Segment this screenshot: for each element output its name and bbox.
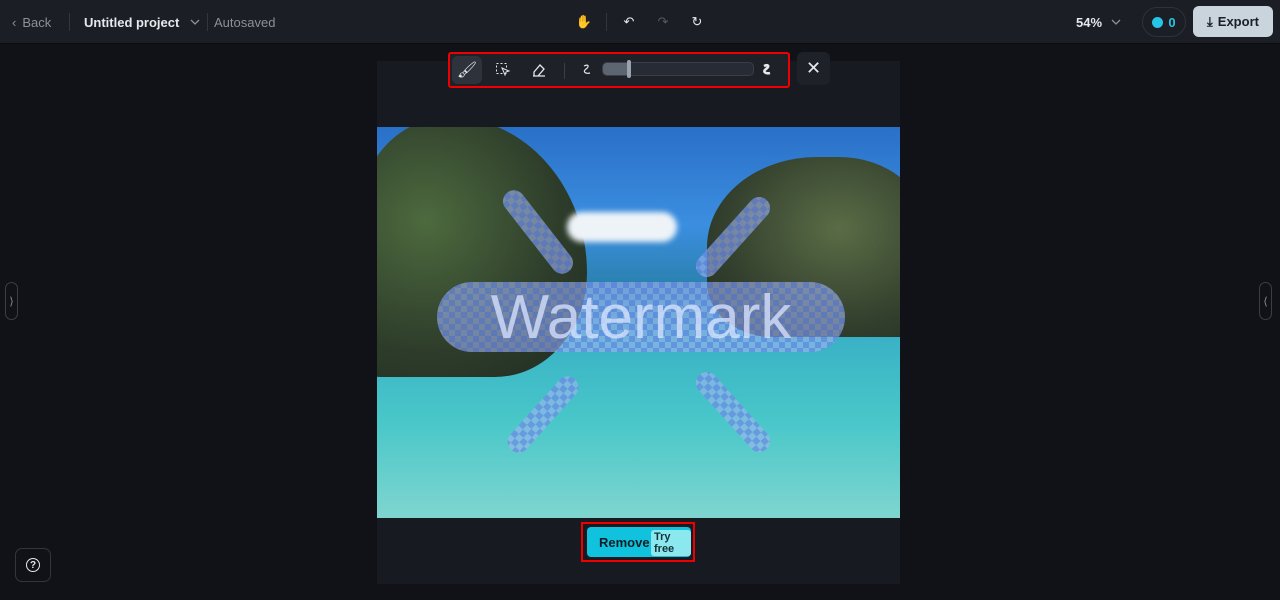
help-button[interactable]: ?: [15, 548, 51, 582]
large-brush-icon: [752, 56, 782, 84]
autosave-status: Autosaved: [214, 14, 276, 30]
chevron-left-icon: ⟨: [1263, 295, 1268, 308]
brush-size-slider[interactable]: [602, 62, 754, 76]
undo-icon[interactable]: ↶: [617, 10, 641, 34]
small-brush-icon: [572, 56, 602, 84]
close-icon[interactable]: ✕: [797, 52, 830, 85]
chevron-left-icon: ‹: [12, 14, 17, 30]
watermark-mask: Watermark: [437, 282, 845, 352]
slider-thumb[interactable]: [627, 60, 632, 78]
back-button[interactable]: ‹ Back: [12, 0, 51, 44]
refresh-icon[interactable]: ↻: [685, 10, 709, 34]
project-title-dropdown[interactable]: Untitled project: [84, 0, 201, 44]
brush-icon[interactable]: 🖌: [452, 56, 482, 84]
hand-pan-icon[interactable]: ✋: [572, 10, 596, 34]
image-canvas[interactable]: Watermark: [377, 127, 900, 518]
left-panel-toggle[interactable]: ⟩: [5, 282, 18, 320]
export-button[interactable]: ⤓ Export: [1193, 6, 1273, 37]
credit-icon: [1152, 16, 1164, 28]
right-panel-toggle[interactable]: ⟨: [1259, 282, 1272, 320]
rectangle-select-icon[interactable]: [488, 56, 518, 84]
download-icon: ⤓: [1207, 13, 1213, 29]
zoom-dropdown[interactable]: 54%: [1076, 0, 1122, 44]
redo-icon[interactable]: ↷: [651, 10, 675, 34]
credits-badge[interactable]: 0: [1142, 7, 1186, 37]
brush-toolbar: 🖌: [448, 52, 790, 88]
chevron-down-icon: [1111, 19, 1121, 25]
help-icon: ?: [26, 558, 40, 572]
try-free-badge: Try free: [651, 530, 691, 556]
top-bar: ‹ Back Untitled project Autosaved ✋ ↶ ↷ …: [0, 0, 1280, 44]
chevron-right-icon: ⟩: [9, 295, 14, 308]
remove-highlight: Remove 0 Try free: [581, 522, 695, 562]
eraser-icon[interactable]: [524, 56, 554, 84]
chevron-down-icon: [190, 19, 200, 25]
remove-button[interactable]: Remove 0 Try free: [587, 527, 691, 557]
